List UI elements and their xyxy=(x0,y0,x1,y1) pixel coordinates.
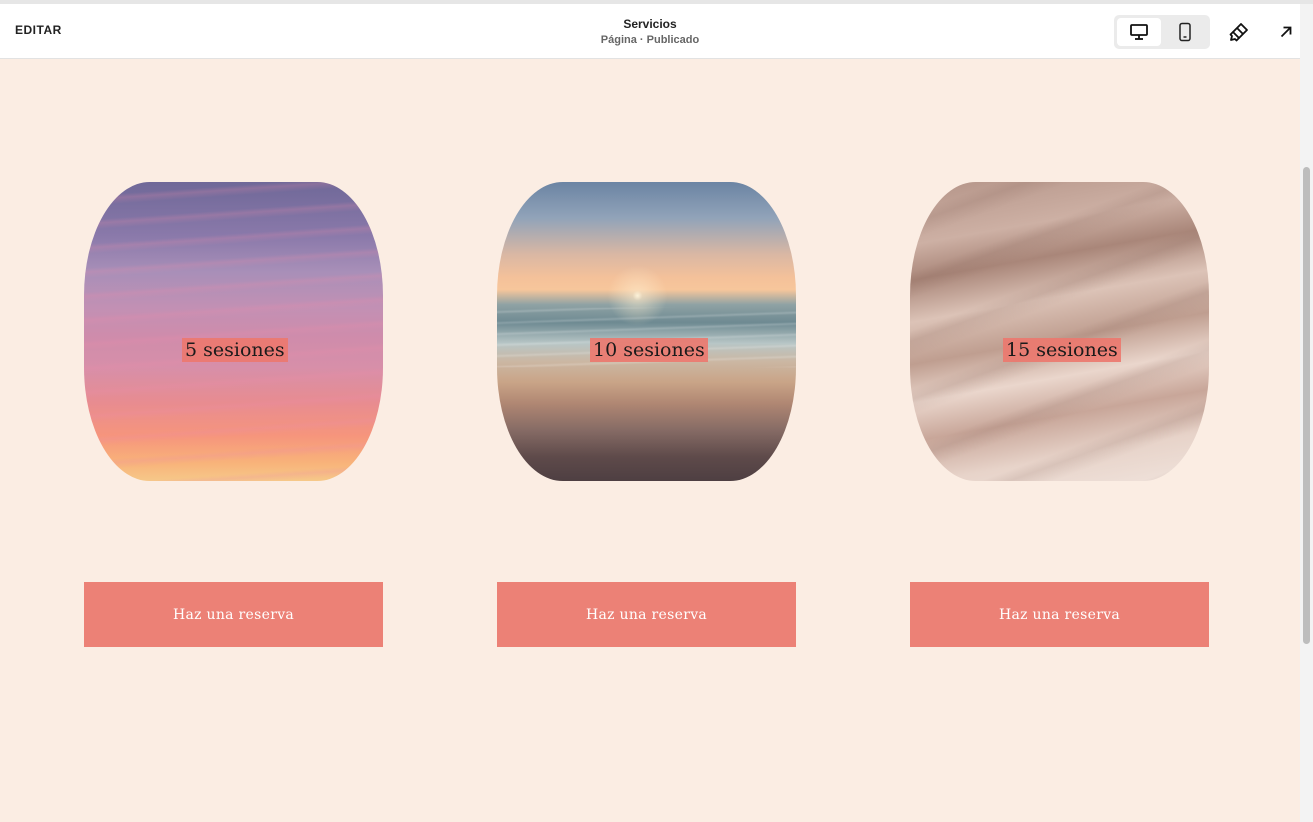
page-title-block: Servicios Página · Publicado xyxy=(0,16,1300,48)
arrow-up-right-icon xyxy=(1280,26,1292,38)
book-button-15[interactable]: Haz una reserva xyxy=(910,582,1209,647)
desktop-icon xyxy=(1130,24,1148,40)
paintbrush-icon xyxy=(1229,23,1248,42)
service-image-sunset[interactable] xyxy=(84,182,383,481)
card-title-15: 15 sesiones xyxy=(1003,338,1121,362)
page-title: Servicios xyxy=(623,17,677,31)
book-button-5[interactable]: Haz una reserva xyxy=(84,582,383,647)
editor-topbar: EDITAR Servicios Página · Publicado xyxy=(0,4,1300,59)
desktop-view-button[interactable] xyxy=(1117,18,1161,46)
service-image-dunes[interactable] xyxy=(910,182,1209,481)
site-styles-button[interactable] xyxy=(1225,18,1253,46)
mobile-view-button[interactable] xyxy=(1163,18,1207,46)
service-image-ocean[interactable] xyxy=(497,182,796,481)
book-button-10[interactable]: Haz una reserva xyxy=(497,582,796,647)
page-scrollbar[interactable] xyxy=(1300,4,1313,822)
page-status: Página · Publicado xyxy=(600,34,700,46)
card-title-5: 5 sesiones xyxy=(182,338,288,362)
mobile-icon xyxy=(1179,22,1191,42)
exit-editor-button[interactable] xyxy=(1272,18,1300,46)
scrollbar-thumb[interactable] xyxy=(1303,167,1310,644)
device-view-toggle xyxy=(1114,15,1210,49)
card-title-10: 10 sesiones xyxy=(590,338,708,362)
